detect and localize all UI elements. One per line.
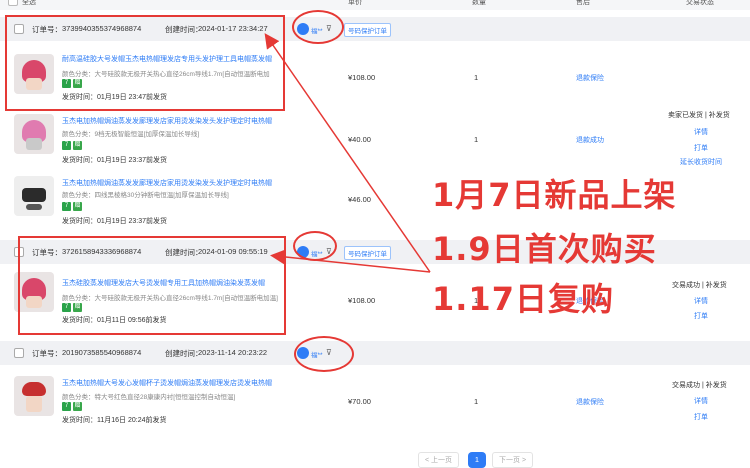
product-title[interactable]: 玉杰电加热帽焗油蒸发发廊理发店家用烫发染发头发护理定时电热帽	[62, 178, 272, 188]
highlight-box-order-2	[18, 236, 286, 335]
extend-receipt-link[interactable]: 延长收货时间	[680, 157, 722, 167]
service-badges: 7赠	[62, 202, 84, 211]
product-spec: 颜色分类：特大号红色直径28康康内衬[恒恒温控制自动恒温]	[62, 394, 236, 401]
seven-day-return-badge: 7	[62, 202, 71, 211]
service-badges: 7赠	[62, 402, 84, 411]
order-status[interactable]: 交易成功 | 补发货	[672, 380, 727, 390]
header-after-sales: 售后	[576, 0, 590, 6]
product-title[interactable]: 玉杰电加热帽大号发心发帽杯子烫发帽焗油蒸发帽理发店烫发电热帽	[62, 378, 272, 388]
ship-deadline: 发货时间：01月19日 23:37前发货	[62, 157, 168, 164]
prev-page-button[interactable]: < 上一页	[418, 452, 460, 468]
order-checkbox[interactable]	[14, 348, 24, 358]
header-price: 单价	[348, 0, 362, 6]
quantity: 1	[474, 135, 479, 144]
order-item: 玉杰电加热帽大号发心发帽杯子烫发帽焗油蒸发帽理发店烫发电热帽 颜色分类：特大号红…	[0, 370, 750, 430]
annotation-repurchase: 1.17日复购	[432, 280, 614, 318]
unit-price: ¥108.00	[348, 296, 376, 305]
quantity: 1	[474, 397, 479, 406]
next-page-button[interactable]: 下一页 >	[492, 452, 534, 468]
product-thumbnail[interactable]	[14, 114, 54, 154]
product-thumbnail[interactable]	[14, 176, 54, 216]
print-label-link[interactable]: 打单	[694, 311, 708, 321]
highlight-circle-2	[293, 231, 337, 261]
unit-price: ¥40.00	[348, 135, 371, 144]
print-label-link[interactable]: 打单	[694, 143, 708, 153]
order-status[interactable]: 交易成功 | 补发货	[672, 280, 727, 290]
product-spec: 颜色分类：四线黑棱格30分钟断电恒温[加厚保温加长导线]	[62, 192, 229, 199]
seven-day-return-badge: 7	[62, 141, 71, 150]
order-header: 订单号： 2019073585540968874 创建时间： 2023-11-1…	[0, 341, 750, 365]
quantity: 1	[474, 73, 479, 82]
order-item: 玉杰电加热帽焗油蒸发发廊理发店家用烫发染发头发护理定时电热帽 颜色分类：9档无极…	[0, 110, 750, 170]
annotation-first-purchase: 1.9日首次购买	[432, 230, 657, 268]
created-label: 创建时间：	[165, 349, 203, 358]
number-protect-tag: 号码保护订单	[344, 23, 391, 37]
product-title[interactable]: 玉杰电加热帽焗油蒸发发廊理发店家用烫发染发头发护理定时电热帽	[62, 116, 272, 126]
ship-deadline: 发货时间：01月19日 23:37前发货	[62, 218, 168, 225]
after-sales-link[interactable]: 退款保险	[576, 397, 604, 407]
created-time: 2023-11-14 20:23:22	[198, 348, 268, 357]
order-status[interactable]: 卖家已发货 | 补发货	[668, 110, 730, 120]
details-link[interactable]: 详情	[694, 296, 708, 306]
annotation-launch: 1月7日新品上架	[432, 176, 677, 214]
details-link[interactable]: 详情	[694, 127, 708, 137]
order-number: 2019073585540968874	[62, 348, 142, 357]
table-header: 全选 单价 数量 售后 交易状态	[0, 0, 750, 10]
details-link[interactable]: 详情	[694, 396, 708, 406]
highlight-circle-1	[292, 10, 344, 44]
highlight-box-order-1	[5, 15, 285, 111]
gift-badge: 赠	[73, 402, 82, 411]
unit-price: ¥70.00	[348, 397, 371, 406]
number-protect-tag: 号码保护订单	[344, 246, 391, 260]
after-sales-link[interactable]: 退款成功	[576, 135, 604, 145]
header-select-all: 全选	[22, 0, 36, 6]
highlight-circle-3	[294, 336, 354, 372]
after-sales-link[interactable]: 退款保险	[576, 73, 604, 83]
unit-price: ¥46.00	[348, 195, 371, 204]
gift-badge: 赠	[73, 141, 82, 150]
current-page-button[interactable]: 1	[468, 452, 486, 468]
gift-badge: 赠	[73, 202, 82, 211]
product-spec: 颜色分类：9档无极智能恒温[加厚保温加长导线]	[62, 131, 200, 138]
product-thumbnail[interactable]	[14, 376, 54, 416]
seven-day-return-badge: 7	[62, 402, 71, 411]
print-label-link[interactable]: 打单	[694, 412, 708, 422]
unit-price: ¥108.00	[348, 73, 376, 82]
order-number-label: 订单号：	[32, 349, 62, 358]
header-qty: 数量	[472, 0, 486, 6]
header-status: 交易状态	[686, 0, 714, 6]
ship-deadline: 发货时间：11月16日 20:24前发货	[62, 417, 167, 424]
service-badges: 7赠	[62, 141, 84, 150]
select-all-checkbox[interactable]	[8, 0, 18, 6]
